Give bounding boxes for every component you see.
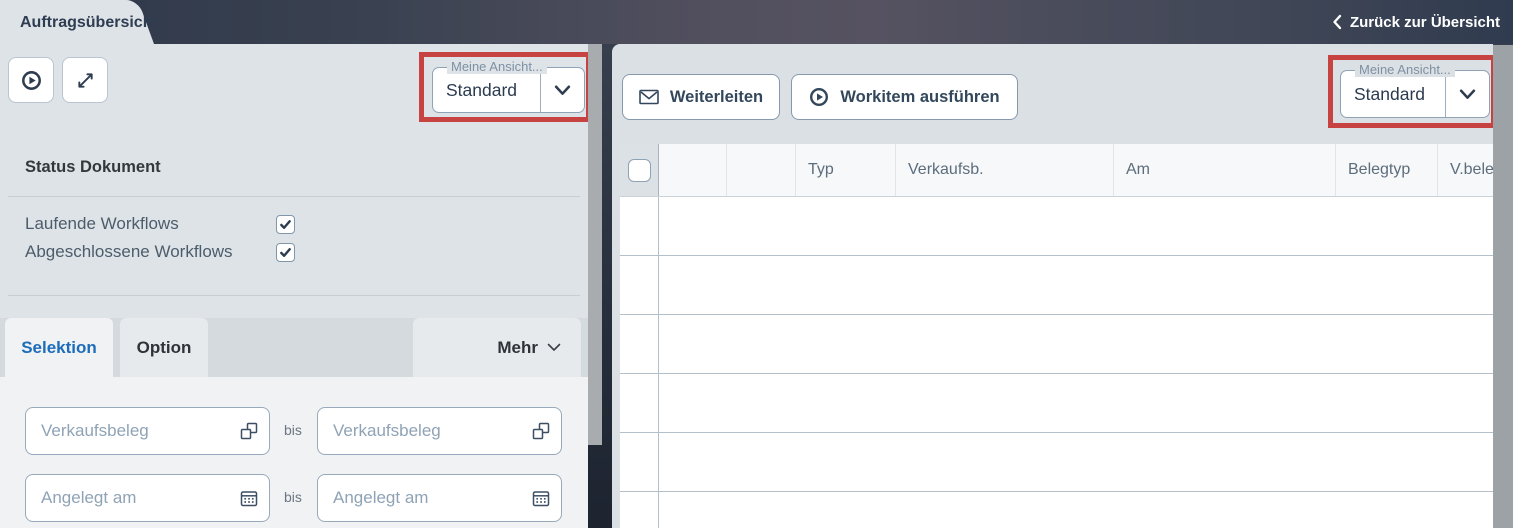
divider [8,196,580,197]
filter-tabstrip: Selektion Option Mehr [0,318,588,377]
select-all-cell [620,144,659,196]
select-all-checkbox[interactable] [627,158,651,182]
view-selector-value: Standard [1354,83,1426,104]
back-link-label: Zurück zur Übersicht [1349,13,1500,31]
tab-title: Auftragsübersicht [20,14,158,31]
angelegt-am-to-input[interactable] [318,475,561,521]
table-row[interactable] [620,374,1493,433]
execute-workitem-button[interactable]: Workitem ausführen [791,74,1018,120]
verkaufsbeleg-to-input[interactable] [318,408,561,454]
status-section-title: Status Dokument [25,158,161,176]
my-view-selector[interactable]: Meine Ansicht... Standard [1340,62,1490,118]
verkaufsbeleg-from-field[interactable] [25,407,270,455]
more-button[interactable]: Mehr [413,318,581,377]
table-row[interactable] [620,315,1493,374]
play-circle-icon [21,70,42,91]
column-header-vbeleg[interactable]: V.beleg [1438,144,1493,196]
app-window: Zurück zur Übersicht Auftragsübersicht M… [0,0,1513,528]
verkaufsbeleg-from-input[interactable] [26,408,269,454]
expand-diagonal-icon [76,71,95,90]
view-selector-value: Standard [446,79,518,100]
left-panel-scrollbar[interactable] [588,44,602,445]
calendar-icon[interactable] [532,489,550,507]
divider [8,295,580,296]
forward-button-label: Weiterleiten [669,87,764,106]
table-header-row: Typ Verkaufsb. Am Belegtyp V.beleg [620,144,1493,197]
play-circle-icon [809,87,829,107]
selektion-tab-content: bis bis [0,377,588,528]
completed-workflows-label: Abgeschlossene Workflows [25,242,233,261]
column-header-am[interactable]: Am [1114,144,1336,196]
filter-panel: Meine Ansicht... Standard Status Dokumen… [0,44,588,528]
angelegt-am-filter-row: bis [0,474,588,522]
calendar-icon[interactable] [240,489,258,507]
column-header-belegtyp[interactable]: Belegtyp [1336,144,1438,196]
angelegt-am-from-input[interactable] [26,475,269,521]
envelope-icon [639,89,659,105]
completed-workflows-row: Abgeschlossene Workflows [25,242,565,264]
angelegt-am-to-field[interactable] [317,474,562,522]
run-workflow-button[interactable] [8,57,54,103]
column-header-typ[interactable]: Typ [796,144,896,196]
verkaufsbeleg-to-field[interactable] [317,407,562,455]
chevron-left-icon [1332,14,1342,30]
value-help-icon[interactable] [532,422,550,440]
running-workflows-row: Laufende Workflows [25,214,565,236]
column-header[interactable] [727,144,796,196]
table-row[interactable] [620,433,1493,492]
top-bar: Zurück zur Übersicht [0,0,1513,44]
completed-workflows-checkbox[interactable] [276,243,295,262]
tab-option[interactable]: Option [120,318,208,377]
verkaufsbeleg-filter-row: bis [0,407,588,455]
tab-selektion[interactable]: Selektion [5,318,113,377]
chevron-down-icon [547,343,561,352]
my-view-selector[interactable]: Meine Ansicht... Standard [432,59,585,113]
worklist-table: Typ Verkaufsb. Am Belegtyp V.beleg [620,144,1493,528]
right-panel-scrollbar[interactable] [1493,45,1513,528]
bis-label: bis [284,489,302,505]
running-workflows-label: Laufende Workflows [25,214,179,233]
worklist-panel: Weiterleiten Workitem ausführen Meine An… [612,44,1493,528]
bis-label: bis [284,422,302,438]
angelegt-am-from-field[interactable] [25,474,270,522]
more-button-label: Mehr [497,337,538,357]
forward-button[interactable]: Weiterleiten [622,74,780,120]
column-header[interactable] [659,144,727,196]
chevron-down-icon[interactable] [1445,71,1489,117]
back-to-overview-link[interactable]: Zurück zur Übersicht [1332,0,1500,44]
table-row[interactable] [620,197,1493,256]
view-selector-label: Meine Ansicht... [447,59,547,74]
column-header-verkaufsb[interactable]: Verkaufsb. [896,144,1114,196]
value-help-icon[interactable] [240,422,258,440]
table-row[interactable] [620,256,1493,315]
table-row[interactable] [620,492,1493,528]
expand-panel-button[interactable] [62,57,108,103]
view-selector-label: Meine Ansicht... [1355,62,1455,77]
chevron-down-icon[interactable] [540,68,584,112]
execute-button-label: Workitem ausführen [840,87,1000,106]
running-workflows-checkbox[interactable] [276,215,295,234]
